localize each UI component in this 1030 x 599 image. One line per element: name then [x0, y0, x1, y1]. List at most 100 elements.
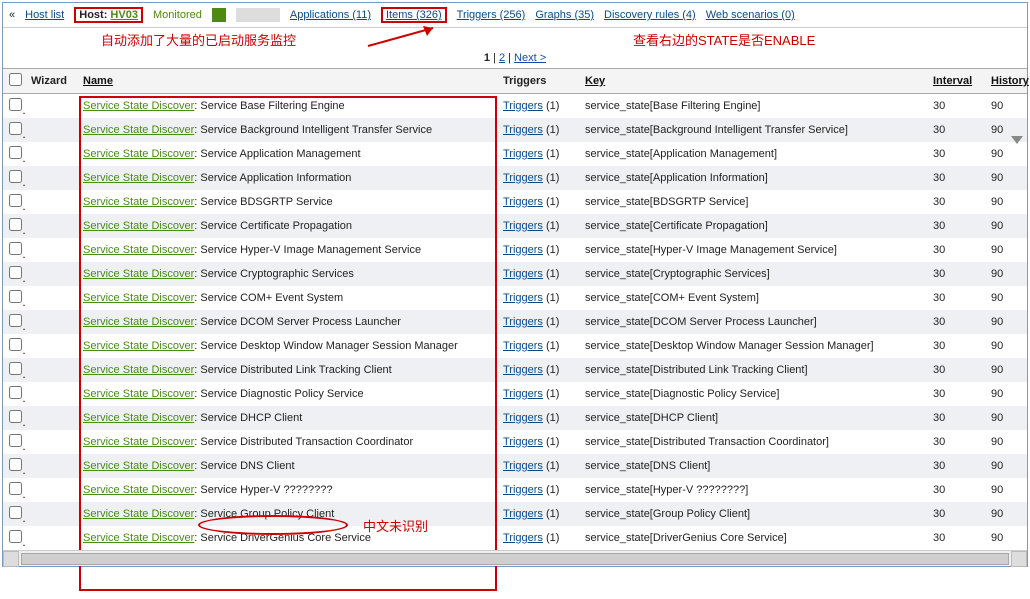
row-checkbox[interactable] — [9, 146, 22, 159]
row-checkbox[interactable] — [9, 434, 22, 447]
row-checkbox[interactable] — [9, 290, 22, 303]
history-cell: 90 — [985, 142, 1027, 166]
name-header[interactable]: Name — [83, 75, 113, 87]
applications-link[interactable]: Applications (11) — [290, 9, 371, 21]
select-all-checkbox[interactable] — [9, 73, 22, 86]
host-list-link[interactable]: Host list — [25, 9, 64, 21]
wizard-cell — [25, 526, 77, 550]
row-checkbox[interactable] — [9, 362, 22, 375]
triggers-cell: Triggers (1) — [497, 214, 579, 238]
table-row: Service State Discover: Service Distribu… — [3, 430, 1027, 454]
triggers-row-link[interactable]: Triggers — [503, 172, 543, 184]
row-checkbox[interactable] — [9, 194, 22, 207]
history-cell: 90 — [985, 286, 1027, 310]
wizard-cell — [25, 238, 77, 262]
row-checkbox[interactable] — [9, 218, 22, 231]
discover-link[interactable]: Service State Discover — [83, 508, 194, 520]
triggers-row-link[interactable]: Triggers — [503, 196, 543, 208]
discover-link[interactable]: Service State Discover — [83, 220, 194, 232]
key-cell: service_state[Group Policy Client] — [579, 502, 927, 526]
row-checkbox[interactable] — [9, 482, 22, 495]
name-cell: Service State Discover: Service Applicat… — [77, 142, 497, 166]
name-cell: Service State Discover: Service Certific… — [77, 214, 497, 238]
triggers-row-link[interactable]: Triggers — [503, 364, 543, 376]
key-cell: service_state[Hyper-V Image Management S… — [579, 238, 927, 262]
row-checkbox[interactable] — [9, 410, 22, 423]
discover-link[interactable]: Service State Discover — [83, 364, 194, 376]
discover-link[interactable]: Service State Discover — [83, 532, 194, 544]
web-scenarios-link[interactable]: Web scenarios (0) — [706, 9, 795, 21]
discover-link[interactable]: Service State Discover — [83, 196, 194, 208]
row-checkbox[interactable] — [9, 170, 22, 183]
triggers-cell: Triggers (1) — [497, 310, 579, 334]
discover-link[interactable]: Service State Discover — [83, 436, 194, 448]
name-cell: Service State Discover: Service COM+ Eve… — [77, 286, 497, 310]
triggers-cell: Triggers (1) — [497, 526, 579, 550]
triggers-row-link[interactable]: Triggers — [503, 436, 543, 448]
triggers-row-link[interactable]: Triggers — [503, 412, 543, 424]
triggers-row-link[interactable]: Triggers — [503, 508, 543, 520]
triggers-row-link[interactable]: Triggers — [503, 100, 543, 112]
triggers-row-link[interactable]: Triggers — [503, 316, 543, 328]
triggers-row-link[interactable]: Triggers — [503, 244, 543, 256]
key-header[interactable]: Key — [585, 75, 605, 87]
row-checkbox[interactable] — [9, 338, 22, 351]
key-cell: service_state[Diagnostic Policy Service] — [579, 382, 927, 406]
interval-header[interactable]: Interval — [933, 75, 972, 87]
row-checkbox[interactable] — [9, 386, 22, 399]
discover-link[interactable]: Service State Discover — [83, 316, 194, 328]
discover-link[interactable]: Service State Discover — [83, 484, 194, 496]
row-checkbox[interactable] — [9, 122, 22, 135]
triggers-row-link[interactable]: Triggers — [503, 340, 543, 352]
page-2-link[interactable]: 2 — [499, 52, 505, 64]
discover-link[interactable]: Service State Discover — [83, 340, 194, 352]
triggers-row-link[interactable]: Triggers — [503, 388, 543, 400]
table-row: Service State Discover: Service Hyper-V … — [3, 478, 1027, 502]
triggers-row-link[interactable]: Triggers — [503, 484, 543, 496]
key-cell: service_state[COM+ Event System] — [579, 286, 927, 310]
z-icon[interactable] — [212, 8, 226, 22]
key-cell: service_state[BDSGRTP Service] — [579, 190, 927, 214]
history-cell: 90 — [985, 214, 1027, 238]
discovery-link[interactable]: Discovery rules (4) — [604, 9, 696, 21]
triggers-row-link[interactable]: Triggers — [503, 220, 543, 232]
discover-link[interactable]: Service State Discover — [83, 292, 194, 304]
discover-link[interactable]: Service State Discover — [83, 244, 194, 256]
host-link[interactable]: HV03 — [110, 9, 138, 21]
triggers-row-link[interactable]: Triggers — [503, 148, 543, 160]
horizontal-scrollbar[interactable] — [3, 550, 1027, 566]
history-cell: 90 — [985, 430, 1027, 454]
next-link[interactable]: Next > — [514, 52, 546, 64]
triggers-row-link[interactable]: Triggers — [503, 268, 543, 280]
triggers-row-link[interactable]: Triggers — [503, 532, 543, 544]
triggers-link[interactable]: Triggers (256) — [457, 9, 526, 21]
discover-link[interactable]: Service State Discover — [83, 124, 194, 136]
discover-link[interactable]: Service State Discover — [83, 148, 194, 160]
row-checkbox[interactable] — [9, 266, 22, 279]
triggers-row-link[interactable]: Triggers — [503, 460, 543, 472]
key-cell: service_state[Distributed Transaction Co… — [579, 430, 927, 454]
discover-link[interactable]: Service State Discover — [83, 388, 194, 400]
view-icons[interactable] — [236, 8, 280, 22]
row-checkbox[interactable] — [9, 506, 22, 519]
discover-link[interactable]: Service State Discover — [83, 460, 194, 472]
row-checkbox[interactable] — [9, 242, 22, 255]
history-header[interactable]: History — [991, 75, 1029, 87]
discover-link[interactable]: Service State Discover — [83, 412, 194, 424]
items-table: Wizard Name Triggers Key Interval Histor… — [3, 68, 1027, 550]
interval-cell: 30 — [927, 430, 985, 454]
discover-link[interactable]: Service State Discover — [83, 172, 194, 184]
triggers-row-link[interactable]: Triggers — [503, 124, 543, 136]
items-box: Items (326) — [381, 7, 447, 23]
table-row: Service State Discover: Service DCOM Ser… — [3, 310, 1027, 334]
graphs-link[interactable]: Graphs (35) — [535, 9, 594, 21]
row-checkbox[interactable] — [9, 458, 22, 471]
table-row: Service State Discover: Service Diagnost… — [3, 382, 1027, 406]
triggers-row-link[interactable]: Triggers — [503, 292, 543, 304]
items-link[interactable]: Items (326) — [386, 9, 442, 21]
row-checkbox[interactable] — [9, 530, 22, 543]
row-checkbox[interactable] — [9, 314, 22, 327]
discover-link[interactable]: Service State Discover — [83, 100, 194, 112]
row-checkbox[interactable] — [9, 98, 22, 111]
discover-link[interactable]: Service State Discover — [83, 268, 194, 280]
